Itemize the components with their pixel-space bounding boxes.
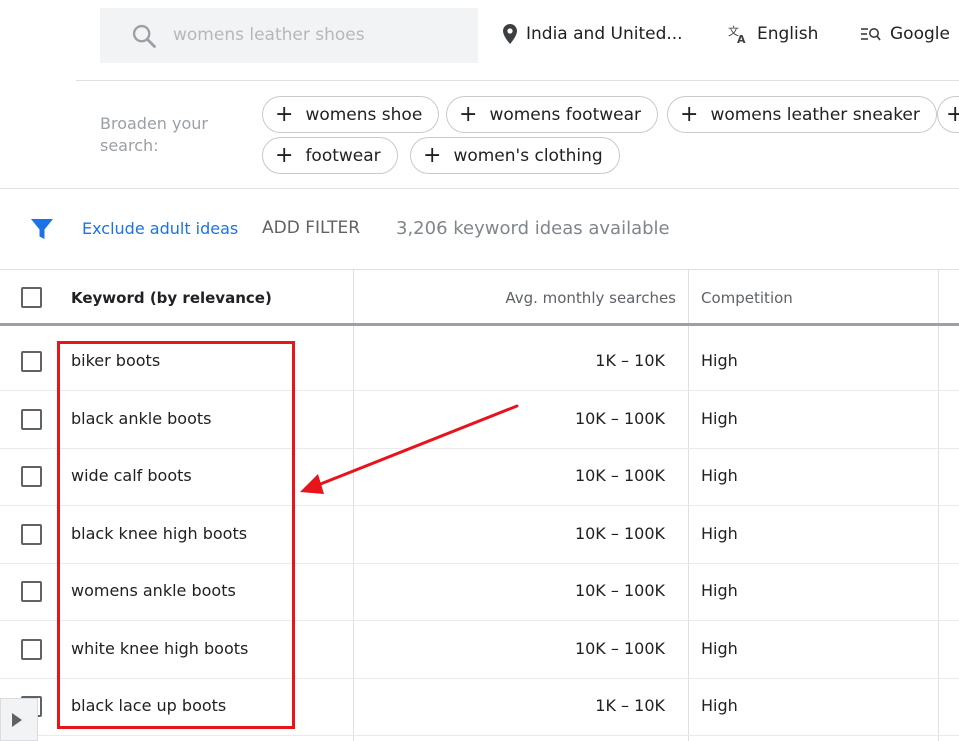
competition-cell: High	[701, 466, 738, 485]
header-competition[interactable]: Competition	[701, 289, 793, 307]
table-header: Keyword (by relevance) Avg. monthly sear…	[0, 270, 959, 326]
broaden-chip[interactable]: + womens shoe	[262, 96, 440, 133]
competition-cell: High	[701, 696, 738, 715]
location-pin-icon	[503, 24, 517, 44]
broaden-chip[interactable]: + womens footwear	[446, 96, 659, 133]
competition-cell: High	[701, 581, 738, 600]
row-checkbox[interactable]	[21, 409, 42, 430]
search-box[interactable]: womens leather shoes	[100, 8, 478, 63]
broaden-label: Broaden your search:	[100, 114, 208, 155]
row-checkbox[interactable]	[21, 351, 42, 372]
plus-icon: +	[275, 142, 294, 168]
translate-icon: 文 A	[728, 24, 746, 44]
competition-cell: High	[701, 351, 738, 370]
broaden-chip[interactable]: + womens leather sneaker	[667, 96, 937, 133]
avg-searches-cell: 10K – 100K	[574, 639, 665, 658]
plus-icon: +	[946, 101, 959, 127]
chip-label: womens shoe	[305, 104, 423, 125]
competition-cell: High	[701, 524, 738, 543]
avg-searches-cell: 10K – 100K	[574, 409, 665, 428]
plus-icon: +	[423, 142, 442, 168]
row-checkbox[interactable]	[21, 639, 42, 660]
competition-cell: High	[701, 409, 738, 428]
broaden-chip[interactable]: + footwear	[262, 137, 398, 174]
header-avg-monthly-searches[interactable]: Avg. monthly searches	[505, 289, 676, 307]
header-keyword[interactable]: Keyword (by relevance)	[71, 289, 272, 307]
filter-icon[interactable]	[30, 217, 54, 241]
avg-searches-cell: 10K – 100K	[574, 466, 665, 485]
plus-icon: +	[459, 101, 478, 127]
network-label: Google	[890, 24, 950, 44]
chip-label: womens leather sneaker	[710, 104, 920, 125]
add-filter-button[interactable]: ADD FILTER	[262, 218, 360, 238]
avg-searches-cell: 1K – 10K	[595, 351, 665, 370]
divider	[76, 80, 959, 81]
search-icon	[132, 24, 156, 48]
row-checkbox[interactable]	[21, 466, 42, 487]
search-network-icon	[861, 28, 881, 41]
annotation-highlight-box	[57, 341, 295, 729]
svg-text:A: A	[737, 33, 746, 44]
language-label: English	[757, 24, 819, 44]
chip-label: women's clothing	[453, 145, 603, 166]
plus-icon: +	[275, 101, 294, 127]
exclude-adult-ideas-link[interactable]: Exclude adult ideas	[82, 219, 238, 238]
row-checkbox[interactable]	[21, 581, 42, 602]
chip-label: womens footwear	[489, 104, 642, 125]
broaden-chip-overflow[interactable]: +	[937, 96, 959, 133]
chip-label: footwear	[305, 145, 381, 166]
divider	[0, 188, 959, 189]
location-label: India and United...	[526, 24, 683, 44]
select-all-checkbox[interactable]	[21, 287, 42, 308]
avg-searches-cell: 10K – 100K	[574, 524, 665, 543]
language-selector[interactable]: 文 A English	[728, 24, 818, 44]
search-input[interactable]: womens leather shoes	[173, 25, 365, 45]
keyword-count: 3,206 keyword ideas available	[396, 218, 670, 239]
network-selector[interactable]: Google	[861, 24, 950, 44]
plus-icon: +	[680, 101, 699, 127]
avg-searches-cell: 1K – 10K	[595, 696, 665, 715]
row-checkbox[interactable]	[21, 524, 42, 545]
chevron-right-icon	[12, 713, 22, 727]
location-selector[interactable]: India and United...	[503, 24, 683, 44]
expand-panel-button[interactable]	[0, 698, 38, 741]
avg-searches-cell: 10K – 100K	[574, 581, 665, 600]
competition-cell: High	[701, 639, 738, 658]
broaden-chip[interactable]: + women's clothing	[410, 137, 620, 174]
